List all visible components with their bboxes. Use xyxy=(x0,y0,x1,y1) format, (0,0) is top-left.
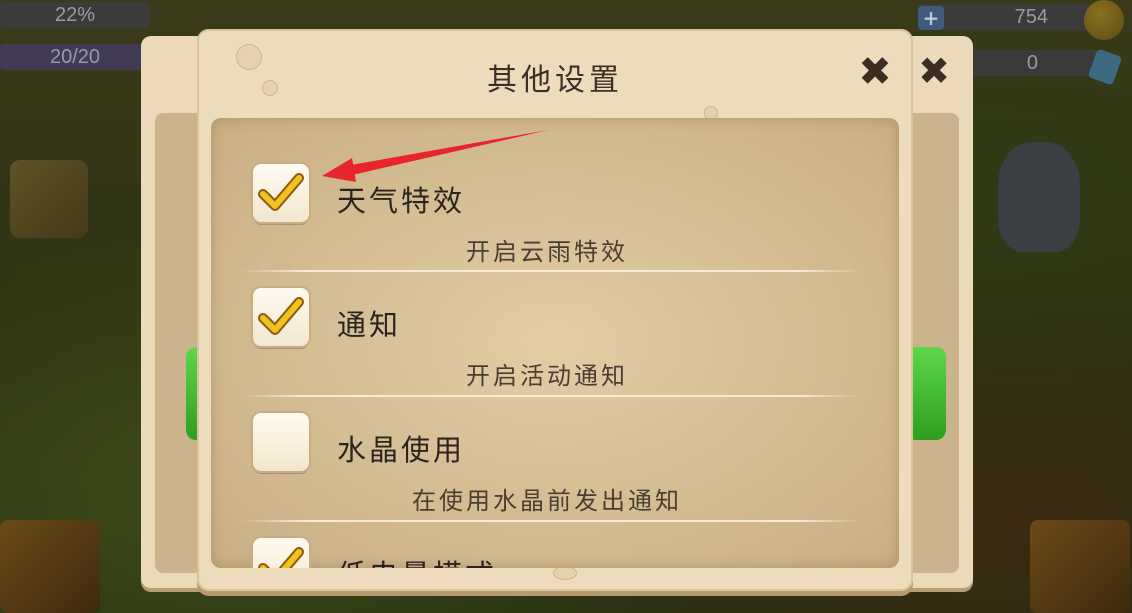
setting-low-power-mode: 低电量模式 xyxy=(237,492,857,568)
xp-bar: 22% xyxy=(0,2,150,28)
setting-crystal-usage: 水晶使用 在使用水晶前发出通知 xyxy=(237,367,857,515)
setting-notifications: 通知 开启活动通知 xyxy=(237,242,857,390)
back-close-icon[interactable]: ✖ xyxy=(914,51,954,91)
stone-decoration xyxy=(998,142,1080,252)
checkmark-icon xyxy=(258,297,304,335)
setting-name: 通知 xyxy=(337,308,402,342)
energy-bar: 20/20 xyxy=(0,44,150,70)
close-icon[interactable]: ✖ xyxy=(852,50,898,94)
dialog-title: 其他设置 xyxy=(487,63,623,98)
checkmark-icon xyxy=(258,173,304,211)
weather-effects-checkbox[interactable] xyxy=(253,164,309,222)
setting-name: 低电量模式 xyxy=(337,552,497,568)
setting-weather-effects: 天气特效 开启云雨特效 xyxy=(237,118,857,266)
add-coins-button[interactable]: + xyxy=(918,6,944,30)
energy-value: 20/20 xyxy=(49,45,101,68)
coins-value: 754 xyxy=(1014,5,1048,28)
low-power-mode-checkbox[interactable] xyxy=(253,538,309,568)
setting-name: 天气特效 xyxy=(337,184,466,218)
gems-value: 0 xyxy=(1026,51,1038,74)
crystal-usage-checkbox[interactable] xyxy=(253,413,309,471)
coin-icon xyxy=(1084,0,1124,40)
setting-name: 水晶使用 xyxy=(337,433,466,467)
chest-icon xyxy=(0,520,100,613)
treasure-chest-icon xyxy=(1030,520,1130,613)
notifications-checkbox[interactable] xyxy=(253,288,309,346)
bubble-decoration xyxy=(553,566,577,580)
xp-percent: 22% xyxy=(54,3,96,26)
coins-bar: 754 xyxy=(918,4,1108,30)
settings-list: 天气特效 开启云雨特效 通知 开启活动通知 水晶使用 在使用水晶前发出通知 xyxy=(211,118,899,568)
gift-icon xyxy=(10,160,88,238)
checkmark-icon xyxy=(258,547,304,568)
